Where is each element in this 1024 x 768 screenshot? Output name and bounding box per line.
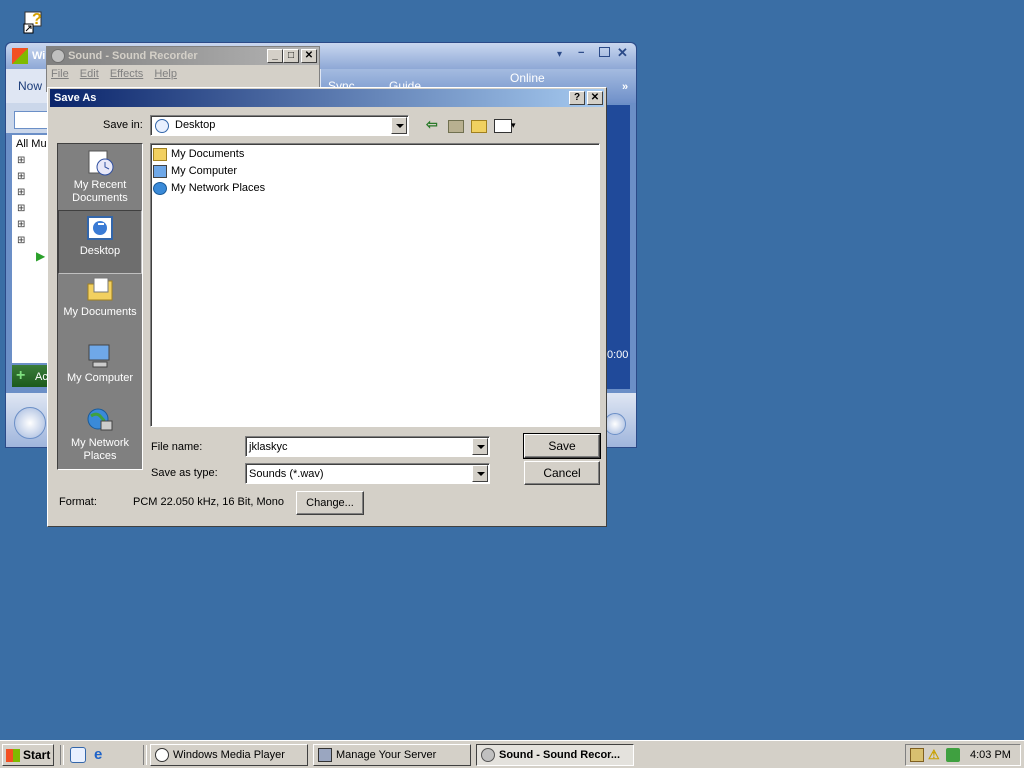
- views-menu-icon[interactable]: [494, 119, 512, 133]
- recorder-close-button[interactable]: ✕: [301, 49, 317, 63]
- save-type-dropdown-arrow[interactable]: [472, 465, 488, 482]
- wmp-menu-icon[interactable]: ▾: [557, 49, 562, 60]
- places-bar: My Recent Documents Desktop My Documents…: [57, 143, 143, 470]
- file-name-value: jklaskyc: [249, 441, 288, 453]
- save-as-dialog[interactable]: Save As ? ✕ Save in: Desktop ⇦ ▾ My Rece…: [47, 87, 607, 527]
- format-value: PCM 22.050 kHz, 16 Bit, Mono: [133, 496, 285, 508]
- wmp-close-button[interactable]: ✕: [617, 45, 628, 61]
- recorder-maximize-button[interactable]: □: [283, 49, 299, 63]
- file-name-input[interactable]: jklaskyc: [245, 436, 490, 457]
- desktop-icon: [85, 215, 115, 243]
- wmp-add-label[interactable]: Ac: [35, 371, 48, 383]
- wmp-expand-icon[interactable]: »: [622, 81, 628, 93]
- computer-icon: [153, 164, 167, 178]
- change-button[interactable]: Change...: [296, 491, 364, 515]
- save-button[interactable]: Save: [523, 433, 601, 459]
- menu-file[interactable]: File: [51, 68, 69, 80]
- windows-logo-icon: [6, 749, 20, 762]
- save-in-value: Desktop: [175, 119, 216, 131]
- file-name-dropdown-arrow[interactable]: [472, 438, 488, 455]
- dialog-close-button[interactable]: ✕: [587, 91, 603, 105]
- network-icon: [153, 181, 167, 195]
- save-in-dropdown-arrow[interactable]: [391, 117, 407, 134]
- save-type-select[interactable]: Sounds (*.wav): [245, 463, 490, 484]
- list-item[interactable]: My Documents: [153, 146, 244, 163]
- place-my-documents[interactable]: My Documents: [58, 276, 142, 334]
- wmp-library-header: All Mu: [16, 138, 47, 150]
- task-sound-recorder[interactable]: Sound - Sound Recor...: [476, 744, 634, 766]
- menu-edit[interactable]: Edit: [80, 68, 99, 80]
- clock[interactable]: 4:03 PM: [970, 749, 1011, 761]
- desktop-small-icon: [155, 119, 169, 133]
- place-recent-documents[interactable]: My Recent Documents: [58, 149, 142, 207]
- wmp-nav-now[interactable]: Now: [18, 79, 42, 93]
- sound-recorder-icon: [51, 49, 65, 64]
- tray-alert-icon[interactable]: ⚠: [928, 747, 940, 763]
- menu-effects[interactable]: Effects: [110, 68, 143, 80]
- tray-network-icon[interactable]: [910, 748, 924, 762]
- save-type-label: Save as type:: [151, 467, 218, 479]
- wmp-play-arrow-icon[interactable]: ▶: [36, 249, 45, 263]
- help-button[interactable]: ?: [569, 91, 585, 105]
- menu-help[interactable]: Help: [154, 68, 177, 80]
- system-tray: ⚠ 4:03 PM: [905, 744, 1021, 766]
- new-folder-icon[interactable]: [471, 120, 487, 133]
- sound-recorder-title: Sound - Sound Recorder: [68, 50, 198, 62]
- wmp-play-button[interactable]: [14, 407, 46, 439]
- quicklaunch-ie-icon[interactable]: e: [94, 747, 102, 762]
- save-in-label: Save in:: [103, 119, 143, 131]
- views-dropdown-icon[interactable]: ▾: [511, 120, 516, 131]
- task-manage-your-server[interactable]: Manage Your Server: [313, 744, 471, 766]
- tray-volume-icon[interactable]: [946, 748, 960, 762]
- my-computer-icon: [85, 342, 115, 370]
- my-documents-icon: [85, 276, 115, 304]
- file-name-label: File name:: [151, 441, 203, 453]
- wmp-tab-online[interactable]: Online: [510, 71, 545, 85]
- sound-recorder-task-icon: [481, 748, 495, 762]
- save-type-value: Sounds (*.wav): [249, 468, 324, 480]
- file-list[interactable]: My Documents My Computer My Network Plac…: [150, 143, 600, 427]
- wmp-minimize-button[interactable]: −: [578, 47, 584, 59]
- back-icon[interactable]: ⇦: [426, 116, 438, 133]
- save-in-combo[interactable]: Desktop: [150, 115, 409, 136]
- recent-documents-icon: [85, 149, 115, 177]
- help-shortcut-icon[interactable]: ?: [22, 4, 50, 34]
- wmp-volume-knob[interactable]: [604, 413, 626, 435]
- task-windows-media-player[interactable]: Windows Media Player: [150, 744, 308, 766]
- start-button[interactable]: Start: [2, 744, 54, 766]
- up-folder-icon[interactable]: [448, 120, 464, 133]
- wmp-add-icon[interactable]: +: [16, 367, 25, 385]
- quicklaunch-desktop-icon[interactable]: [70, 747, 86, 763]
- wmp-logo-icon: [12, 48, 28, 64]
- wmp-title: Wi: [32, 50, 46, 62]
- server-icon: [318, 748, 332, 762]
- place-my-computer[interactable]: My Computer: [58, 342, 142, 400]
- format-label: Format:: [59, 496, 97, 508]
- taskbar: Start e Windows Media Player Manage Your…: [0, 740, 1024, 768]
- folder-icon: [153, 147, 167, 161]
- cancel-button[interactable]: Cancel: [524, 461, 600, 485]
- list-item[interactable]: My Network Places: [153, 180, 265, 197]
- save-as-title: Save As: [54, 92, 97, 104]
- place-desktop[interactable]: Desktop: [58, 210, 142, 274]
- wmp-tree-expanders[interactable]: ⊞ ⊞ ⊞ ⊞ ⊞ ⊞: [17, 153, 27, 249]
- wmp-time: 0:00: [607, 349, 629, 361]
- wmp-maximize-button[interactable]: [599, 47, 610, 57]
- sound-recorder-window[interactable]: Sound - Sound Recorder _ □ ✕ File Edit E…: [46, 46, 320, 92]
- list-item[interactable]: My Computer: [153, 163, 237, 180]
- place-network-places[interactable]: My Network Places: [58, 407, 142, 465]
- media-player-icon: [155, 748, 169, 762]
- recorder-minimize-button[interactable]: _: [267, 49, 283, 63]
- network-places-icon: [85, 407, 115, 435]
